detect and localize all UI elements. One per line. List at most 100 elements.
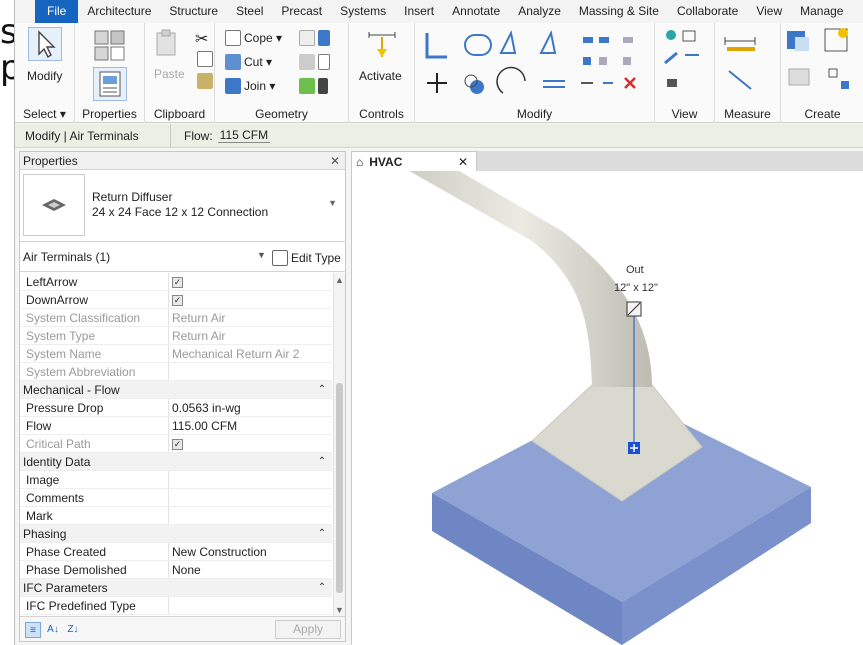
property-row[interactable]: System Abbreviation bbox=[20, 363, 332, 381]
property-value[interactable]: Mechanical Return Air 2 bbox=[169, 345, 332, 362]
controls-panel-label[interactable]: Controls bbox=[349, 107, 414, 121]
modify-tools-icon-group[interactable] bbox=[415, 23, 655, 103]
match-properties-icon[interactable] bbox=[197, 73, 216, 89]
sort-ascending-icon[interactable]: A↓ bbox=[45, 622, 61, 638]
paste-icon[interactable] bbox=[151, 27, 185, 61]
sort-descending-icon[interactable]: Z↓ bbox=[65, 622, 81, 638]
ribbon-tab-structure[interactable]: Structure bbox=[160, 0, 227, 23]
properties-panel-label[interactable]: Properties bbox=[75, 107, 144, 121]
ribbon-tab-massing-site[interactable]: Massing & Site bbox=[570, 0, 668, 23]
collapse-icon[interactable]: ⌃ bbox=[312, 453, 332, 470]
property-group[interactable]: Phasing ⌃ bbox=[20, 525, 332, 543]
modify-cursor-icon[interactable] bbox=[28, 27, 62, 61]
view-panel-label[interactable]: View bbox=[655, 107, 714, 121]
property-value[interactable]: Return Air bbox=[169, 327, 332, 344]
scroll-thumb[interactable] bbox=[336, 383, 343, 593]
property-row[interactable]: LeftArrow ✓ bbox=[20, 273, 332, 291]
type-properties-icon[interactable] bbox=[93, 29, 127, 63]
ribbon-tab-steel[interactable]: Steel bbox=[227, 0, 272, 23]
geometry-panel-label[interactable]: Geometry bbox=[215, 107, 348, 121]
paste-button[interactable]: Paste bbox=[154, 67, 185, 81]
property-value[interactable]: New Construction bbox=[169, 543, 332, 560]
property-row[interactable]: Comments bbox=[20, 489, 332, 507]
split-face-icon[interactable] bbox=[299, 54, 333, 70]
property-row[interactable]: Image bbox=[20, 471, 332, 489]
view-canvas[interactable]: Out 12" x 12" bbox=[351, 161, 863, 645]
property-group[interactable]: Identity Data ⌃ bbox=[20, 453, 332, 471]
property-value[interactable]: 115.00 CFM bbox=[169, 417, 332, 434]
property-row[interactable]: Phase Created New Construction bbox=[20, 543, 332, 561]
paint-icon[interactable] bbox=[299, 78, 331, 94]
ribbon-tab-insert[interactable]: Insert bbox=[395, 0, 443, 23]
activate-controls-icon[interactable] bbox=[365, 29, 399, 63]
ribbon-tab-analyze[interactable]: Analyze bbox=[509, 0, 570, 23]
clipboard-panel-label[interactable]: Clipboard bbox=[145, 107, 214, 121]
property-value[interactable]: None bbox=[169, 561, 332, 578]
properties-scrollbar[interactable]: ▲ ▼ bbox=[333, 273, 345, 617]
properties-palette-icon[interactable] bbox=[93, 67, 127, 101]
property-row[interactable]: DownArrow ✓ bbox=[20, 291, 332, 309]
view-tab-hvac[interactable]: ⌂ HVAC ✕ bbox=[351, 151, 477, 171]
copy-icon[interactable] bbox=[197, 51, 216, 67]
ribbon-tab-collaborate[interactable]: Collaborate bbox=[668, 0, 747, 23]
filter-chevron-icon[interactable]: ▼ bbox=[257, 250, 266, 260]
wall-joins-icon[interactable] bbox=[299, 30, 333, 46]
ribbon-tab-precast[interactable]: Precast bbox=[272, 0, 331, 23]
scroll-down-icon[interactable]: ▼ bbox=[335, 605, 344, 615]
flow-input[interactable]: 115 CFM bbox=[217, 128, 271, 143]
ribbon-tab-architecture[interactable]: Architecture bbox=[78, 0, 160, 23]
property-value[interactable]: 0.0563 in-wg bbox=[169, 399, 332, 416]
ribbon-tab-annotate[interactable]: Annotate bbox=[443, 0, 509, 23]
ribbon-tab-systems[interactable]: Systems bbox=[331, 0, 395, 23]
collapse-icon[interactable]: ⌃ bbox=[312, 579, 332, 596]
property-checkbox[interactable]: ✓ bbox=[172, 277, 183, 289]
property-value[interactable]: ✓ bbox=[169, 435, 332, 452]
close-view-icon[interactable]: ✕ bbox=[458, 155, 468, 169]
view-tools-icon-group[interactable] bbox=[655, 23, 715, 99]
property-row[interactable]: Flow 115.00 CFM bbox=[20, 417, 332, 435]
edit-type-button[interactable]: Edit Type bbox=[272, 250, 341, 266]
property-value[interactable]: ✓ bbox=[169, 291, 332, 308]
select-panel-label[interactable]: Select ▾ bbox=[15, 107, 74, 121]
ribbon-tab-file[interactable]: File bbox=[35, 0, 79, 23]
modify-panel-label[interactable]: Modify bbox=[415, 107, 654, 121]
property-value[interactable] bbox=[169, 507, 332, 524]
property-group[interactable]: IFC Parameters ⌃ bbox=[20, 579, 332, 597]
collapse-icon[interactable]: ⌃ bbox=[312, 381, 332, 398]
scroll-up-icon[interactable]: ▲ bbox=[335, 275, 344, 285]
property-checkbox[interactable]: ✓ bbox=[172, 295, 183, 307]
instance-filter[interactable]: Air Terminals (1) bbox=[23, 250, 110, 264]
property-row[interactable]: Mark bbox=[20, 507, 332, 525]
create-panel-label[interactable]: Create bbox=[781, 107, 863, 121]
property-row[interactable]: Critical Path ✓ bbox=[20, 435, 332, 453]
property-value[interactable] bbox=[169, 471, 332, 488]
chevron-down-icon[interactable]: ▼ bbox=[328, 198, 337, 208]
categorized-sort-icon[interactable]: ≡ bbox=[25, 622, 41, 638]
property-checkbox[interactable]: ✓ bbox=[172, 439, 183, 451]
return-duct[interactable] bbox=[392, 161, 652, 387]
property-value[interactable] bbox=[169, 489, 332, 506]
property-row[interactable]: System Classification Return Air bbox=[20, 309, 332, 327]
ribbon-tab-view[interactable]: View bbox=[747, 0, 791, 23]
type-selector[interactable]: Return Diffuser 24 x 24 Face 12 x 12 Con… bbox=[20, 170, 345, 242]
measure-tools-icon-group[interactable] bbox=[715, 23, 781, 99]
activate-button[interactable]: Activate bbox=[359, 69, 402, 83]
cut-scissors-icon[interactable]: ✂ bbox=[195, 29, 208, 49]
ribbon-tab-manage[interactable]: Manage bbox=[791, 0, 852, 23]
collapse-icon[interactable]: ⌃ bbox=[312, 525, 332, 542]
property-row[interactable]: Phase Demolished None bbox=[20, 561, 332, 579]
cut-geometry-button[interactable]: Cut ▾ bbox=[225, 54, 272, 70]
property-group[interactable]: Mechanical - Flow ⌃ bbox=[20, 381, 332, 399]
property-value[interactable] bbox=[169, 597, 332, 614]
model-3d-view[interactable] bbox=[352, 161, 863, 645]
modify-button[interactable]: Modify bbox=[27, 69, 62, 83]
property-row[interactable]: IFC Predefined Type bbox=[20, 597, 332, 615]
join-button[interactable]: Join ▾ bbox=[225, 78, 275, 94]
cope-button[interactable]: Cope ▾ bbox=[225, 30, 282, 46]
property-row[interactable]: System Name Mechanical Return Air 2 bbox=[20, 345, 332, 363]
create-tools-icon-group[interactable] bbox=[781, 23, 863, 99]
apply-button[interactable]: Apply bbox=[275, 620, 341, 639]
property-value[interactable]: ✓ bbox=[169, 273, 332, 290]
property-row[interactable]: System Type Return Air bbox=[20, 327, 332, 345]
property-row[interactable]: Pressure Drop 0.0563 in-wg bbox=[20, 399, 332, 417]
